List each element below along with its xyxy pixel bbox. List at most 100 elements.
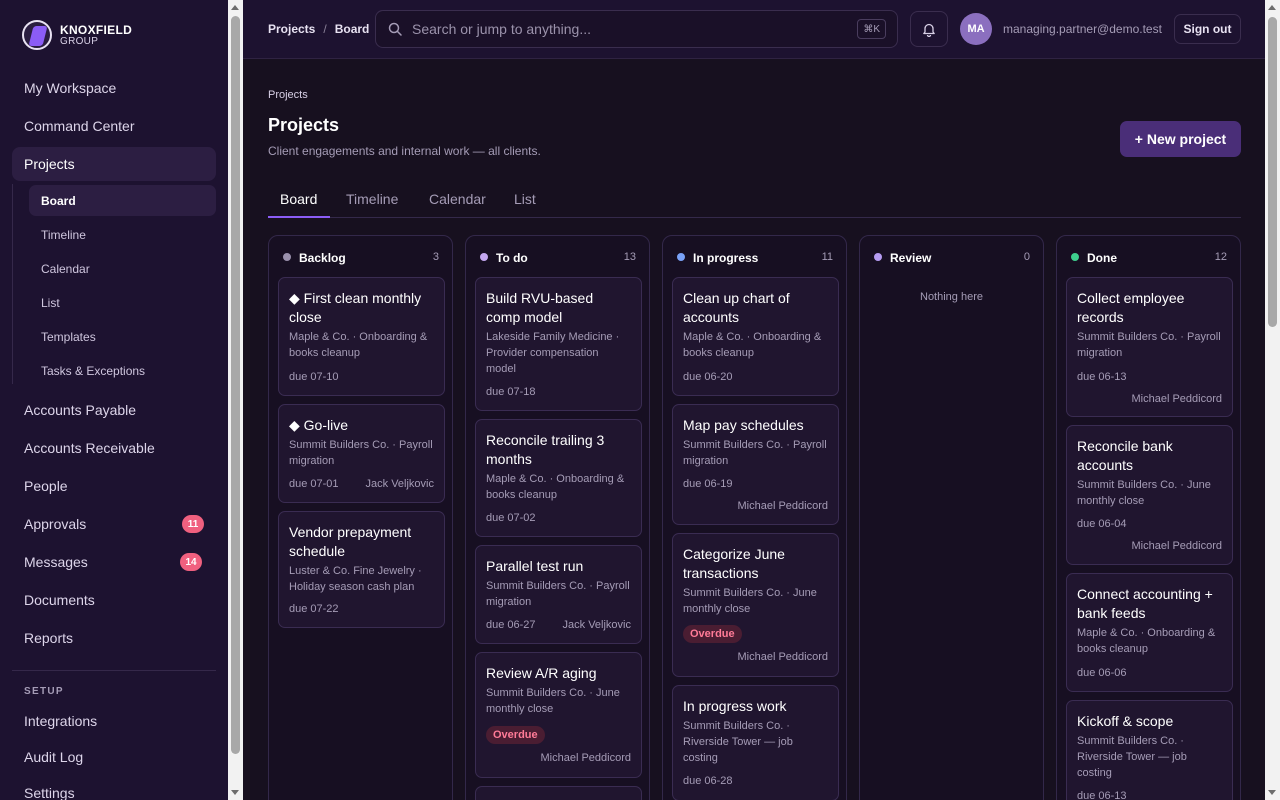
page-breadcrumb[interactable]: Projects: [268, 89, 308, 101]
search-box[interactable]: ⌘K: [375, 10, 898, 48]
brand-logo-icon: [22, 20, 52, 50]
search-input[interactable]: [412, 21, 832, 37]
task-card[interactable]: Map pay schedules Summit Builders Co. · …: [672, 404, 839, 525]
card-meta: Summit Builders Co. · Riverside Tower — …: [683, 720, 793, 764]
scroll-down-arrow-icon[interactable]: [1268, 790, 1276, 795]
sidebar-item-documents[interactable]: Documents: [12, 583, 216, 617]
card-title: Parallel test run: [486, 558, 584, 574]
scroll-up-arrow-icon[interactable]: [1268, 5, 1276, 10]
page-scroll-thumb[interactable]: [1268, 17, 1277, 327]
task-card[interactable]: ◆ First clean monthly close Maple & Co. …: [278, 277, 445, 396]
sidebar-item-integrations[interactable]: Integrations: [12, 704, 216, 738]
sidebar-item-label: People: [24, 478, 68, 494]
task-card[interactable]: [475, 786, 642, 800]
board-column-backlog: Backlog 3 ◆ First clean monthly close Ma…: [268, 235, 453, 800]
sidebar-item-projects[interactable]: Projects: [12, 147, 216, 181]
card-meta: Summit Builders Co. · June monthly close: [1077, 479, 1211, 507]
task-card[interactable]: Parallel test run Summit Builders Co. · …: [475, 545, 642, 644]
card-title: Categorize June transactions: [683, 546, 785, 581]
sidebar-item-people[interactable]: People: [12, 469, 216, 503]
board-column-in-progress: In progress 11 Clean up chart of account…: [662, 235, 847, 800]
status-dot-icon: [480, 253, 488, 261]
task-card[interactable]: Reconcile trailing 3 months Maple & Co. …: [475, 419, 642, 537]
subnav-item-templates[interactable]: Templates: [29, 321, 216, 352]
sidebar-item-messages[interactable]: Messages 14: [12, 545, 216, 579]
card-title: Reconcile trailing 3 months: [486, 432, 605, 467]
avatar[interactable]: MA: [960, 13, 992, 45]
breadcrumb-projects[interactable]: Projects: [268, 22, 315, 36]
subnav-item-board[interactable]: Board: [29, 185, 216, 216]
task-card[interactable]: Connect accounting + bank feeds Maple & …: [1066, 573, 1233, 692]
task-card[interactable]: ◆ Go-live Summit Builders Co. · Payroll …: [278, 404, 445, 503]
sidebar-scroll-thumb[interactable]: [231, 16, 240, 754]
subnav-item-label: Tasks & Exceptions: [41, 363, 146, 378]
sidebar-item-label: Settings: [24, 785, 75, 800]
card-owner: Michael Peddicord: [1131, 393, 1223, 405]
card-owner: Michael Peddicord: [540, 752, 632, 764]
empty-column-message: Nothing here: [920, 291, 983, 303]
subnav-item-calendar[interactable]: Calendar: [29, 253, 216, 284]
task-card[interactable]: Collect employee records Summit Builders…: [1066, 277, 1233, 417]
sidebar-item-accounts-receivable[interactable]: Accounts Receivable: [12, 431, 216, 465]
notifications-button[interactable]: [910, 11, 948, 47]
search-icon: [388, 22, 402, 36]
card-title: Map pay schedules: [683, 417, 804, 433]
card-meta: Summit Builders Co. · Payroll migration: [289, 439, 433, 467]
task-card[interactable]: In progress work Summit Builders Co. · R…: [672, 685, 839, 800]
card-due-date: due 06-19: [683, 478, 733, 490]
sidebar-item-audit-log[interactable]: Audit Log: [12, 740, 216, 774]
subnav-item-timeline[interactable]: Timeline: [29, 219, 216, 250]
tab-timeline[interactable]: Timeline: [346, 184, 398, 218]
sidebar-item-command-center[interactable]: Command Center: [12, 109, 216, 143]
scroll-down-arrow-icon[interactable]: [231, 790, 239, 795]
brand-logo[interactable]: KNOXFIELD GROUP: [22, 20, 132, 50]
card-meta: Summit Builders Co. · Riverside Tower — …: [1077, 735, 1187, 779]
task-card[interactable]: Categorize June transactions Summit Buil…: [672, 533, 839, 677]
card-title: Clean up chart of accounts: [683, 290, 790, 325]
card-meta: Summit Builders Co. · Payroll migration: [486, 580, 630, 608]
page-scrollbar[interactable]: [1265, 0, 1280, 800]
task-card[interactable]: Reconcile bank accounts Summit Builders …: [1066, 425, 1233, 565]
breadcrumb: Projects / Board: [268, 22, 369, 36]
column-title: Done: [1087, 251, 1117, 265]
card-due-date: due 06-27: [486, 619, 536, 631]
subnav-item-label: Calendar: [41, 261, 90, 276]
card-meta: Maple & Co. · Onboarding & books cleanup: [486, 473, 625, 501]
column-title: In progress: [693, 251, 759, 265]
subnav-item-list[interactable]: List: [29, 287, 216, 318]
new-project-button[interactable]: + New project: [1120, 121, 1241, 157]
sidebar-item-reports[interactable]: Reports: [12, 621, 216, 655]
bell-icon: [923, 23, 935, 37]
card-owner: Michael Peddicord: [1131, 540, 1223, 552]
sidebar-item-label: Integrations: [24, 713, 98, 729]
card-title: Collect employee records: [1077, 290, 1185, 325]
scroll-up-arrow-icon[interactable]: [231, 5, 239, 10]
messages-count-badge: 14: [180, 553, 202, 571]
sidebar-item-label: Documents: [24, 592, 95, 608]
status-dot-icon: [1071, 253, 1079, 261]
task-card[interactable]: Clean up chart of accounts Maple & Co. ·…: [672, 277, 839, 396]
card-meta: Summit Builders Co. · Payroll migration: [683, 439, 827, 467]
tab-list[interactable]: List: [514, 184, 536, 218]
sidebar-item-approvals[interactable]: Approvals 11: [12, 507, 216, 541]
subnav-item-label: Board: [41, 193, 76, 208]
sidebar-item-label: Messages: [24, 554, 88, 570]
overdue-badge: Overdue: [486, 726, 545, 744]
brand-subname: GROUP: [60, 35, 99, 47]
sidebar-item-settings[interactable]: Settings: [12, 776, 216, 800]
sidebar-item-label: Approvals: [24, 516, 87, 532]
column-title: Review: [890, 251, 932, 265]
tab-calendar[interactable]: Calendar: [429, 184, 486, 218]
sidebar-item-my-workspace[interactable]: My Workspace: [12, 71, 216, 105]
tab-board[interactable]: Board: [268, 184, 330, 218]
sidebar-scrollbar[interactable]: [228, 0, 243, 800]
task-card[interactable]: Vendor prepayment schedule Luster & Co. …: [278, 511, 445, 628]
sign-out-button[interactable]: Sign out: [1174, 14, 1241, 44]
card-meta: Maple & Co. · Onboarding & books cleanup: [683, 331, 822, 359]
task-card[interactable]: Kickoff & scope Summit Builders Co. · Ri…: [1066, 700, 1233, 800]
breadcrumb-separator: /: [323, 22, 327, 36]
task-card[interactable]: Review A/R aging Summit Builders Co. · J…: [475, 652, 642, 778]
sidebar-item-accounts-payable[interactable]: Accounts Payable: [12, 393, 216, 427]
subnav-item-tasks-exceptions[interactable]: Tasks & Exceptions: [29, 355, 216, 386]
task-card[interactable]: Build RVU-based comp model Lakeside Fami…: [475, 277, 642, 411]
